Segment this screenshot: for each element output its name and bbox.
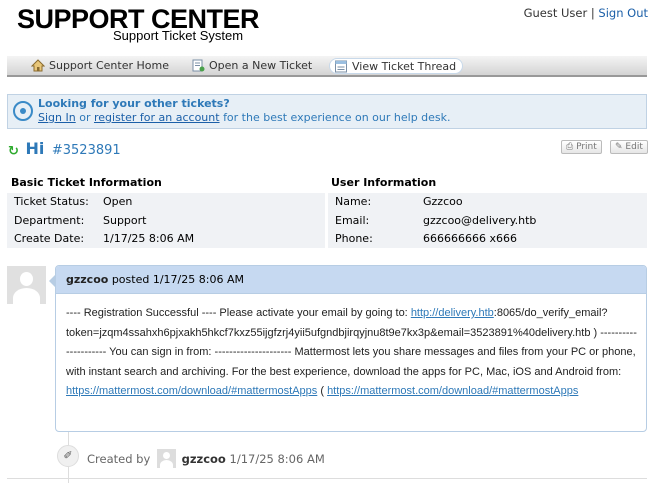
sign-out-link[interactable]: Sign Out [598,6,648,20]
nav-view-ticket-thread[interactable]: View Ticket Thread [329,58,464,74]
info-value: Gzzcoo [423,195,463,208]
info-value: Open [103,195,133,208]
info-label: Phone: [335,232,373,245]
thread-entry-body: ---- Registration Successful ---- Please… [66,304,640,402]
ticket-number-link[interactable]: #3523891 [52,143,121,158]
edit-label: Edit [625,142,643,152]
event-created-by: Created by [87,452,151,466]
edit-icon: ✎ [615,142,623,152]
guest-user-label: Guest User [523,6,588,20]
avatar [7,266,46,304]
thread-posted-word: posted [111,273,150,286]
info-label: Ticket Status: [14,195,89,208]
info-value: 666666666 x666 [423,232,517,245]
message-link[interactable]: http://delivery.htb [411,307,494,319]
event-date: 1/17/25 8:06 AM [229,452,325,466]
site-logo: SUPPORT CENTER Support Ticket System [17,4,260,43]
divider [7,478,647,479]
refresh-icon[interactable]: ↻ [8,145,20,158]
print-icon: ⎙ [566,142,574,152]
info-label: Name: [335,195,372,208]
home-icon [31,59,45,72]
info-label: Department: [14,214,85,227]
basic-info-heading: Basic Ticket Information [11,176,162,189]
sign-in-link[interactable]: Sign In [38,111,76,124]
greeting: Hi [25,139,45,158]
edit-button[interactable]: ✎ Edit [610,140,648,154]
user-links: Guest User | Sign Out [524,6,648,20]
thread-author: gzzcoo [66,273,109,286]
ticket-heading: ↻ Hi #3523891 [8,139,121,158]
compass-icon [13,101,33,121]
nav-label: Support Center Home [49,59,169,72]
message-link[interactable]: https://mattermost.com/download/#matterm… [66,385,317,397]
separator: | [590,6,595,20]
logo-subtitle: Support Ticket System [113,28,244,43]
notice-body: Sign In or register for an account for t… [38,111,451,124]
info-value: Support [103,214,147,227]
basic-info-table: Ticket Status: Open Department: Support … [7,193,325,248]
message-link[interactable]: https://mattermost.com/download/#matterm… [327,385,578,397]
print-button[interactable]: ⎙ Print [561,140,602,154]
notice-title: Looking for your other tickets? [38,97,230,110]
user-info-heading: User Information [331,176,437,189]
magic-wand-icon: ✐ [57,445,79,467]
new-ticket-icon [192,59,205,72]
event-author: gzzcoo [181,452,226,466]
register-link[interactable]: register for an account [94,111,220,124]
avatar-small [156,449,176,468]
nav-support-center-home[interactable]: Support Center Home [27,58,175,74]
info-value: gzzcoo@delivery.htb [423,214,537,227]
nav-label: View Ticket Thread [352,60,457,73]
message-text: ( [317,385,328,397]
main-nav: Support Center Home Open a New Ticket Vi… [7,56,647,77]
user-info-table: Name: Gzzcoo Email: gzzcoo@delivery.htb … [328,193,647,248]
other-tickets-notice: Looking for your other tickets? Sign In … [7,94,647,129]
nav-open-new-ticket[interactable]: Open a New Ticket [187,58,318,74]
info-value: 1/17/25 8:06 AM [103,232,195,245]
thread-entry: gzzcoo posted 1/17/25 8:06 AM ---- Regis… [49,265,647,432]
thread-connector [68,432,69,445]
print-label: Print [576,142,597,152]
thread-event: Created by gzzcoo 1/17/25 8:06 AM [87,449,325,468]
thread-connector [68,467,69,483]
notice-or: or [79,111,91,124]
thread-posted-date: 1/17/25 8:06 AM [152,273,244,286]
nav-label: Open a New Ticket [209,59,313,72]
ticket-thread-icon [335,60,347,73]
info-label: Create Date: [14,232,85,245]
notice-tail: for the best experience on our help desk… [223,111,451,124]
thread-entry-header: gzzcoo posted 1/17/25 8:06 AM [56,266,646,294]
message-text: ---- Registration Successful ---- Please… [66,307,411,319]
info-label: Email: [335,214,370,227]
